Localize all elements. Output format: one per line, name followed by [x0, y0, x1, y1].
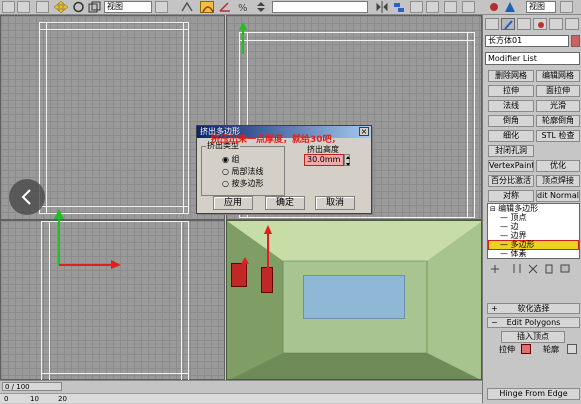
reference-coordinate-select[interactable]: 视图 — [104, 1, 152, 13]
pin-stack-icon[interactable] — [489, 263, 501, 274]
extrude-polygons-dialog: 挤出多边形 × 挤出类型 ◉ 组 ○ 局部法线 ○ 按多边形 挤出高度 30.0… — [196, 125, 372, 214]
align-icon[interactable] — [392, 1, 406, 13]
normal-button[interactable]: 法线 — [488, 100, 534, 112]
command-panel: 长方体01 Modifier List 删除网格 编辑网格 拉伸 面拉伸 法线 … — [482, 15, 581, 403]
stl-check-button[interactable]: STL 检查 — [536, 130, 580, 142]
room-wireframe-top — [39, 22, 189, 214]
panel-tabs — [485, 17, 580, 31]
cancel-button[interactable]: 取消 — [315, 196, 355, 210]
extrude-height-spinner[interactable] — [344, 154, 350, 166]
gizmo-perspective-b[interactable] — [241, 257, 249, 279]
object-name-field[interactable]: 长方体01 — [485, 35, 569, 47]
make-unique-icon[interactable] — [527, 263, 539, 274]
option-local-normal[interactable]: ○ 局部法线 — [222, 167, 264, 177]
tutorial-annotation: 挤压出来一点厚度，就给30吧， — [211, 135, 341, 145]
percent-snap-icon[interactable]: % — [236, 1, 250, 14]
apply-button[interactable]: 应用 — [213, 196, 253, 210]
schematic-view-icon[interactable] — [444, 1, 457, 13]
hierarchy-tab-icon[interactable] — [517, 18, 531, 30]
ok-button[interactable]: 确定 — [265, 196, 305, 210]
chevron-left-icon — [21, 189, 31, 205]
track-bar[interactable]: 0 10 20 — [0, 393, 482, 403]
extrude-type-group: 挤出类型 ◉ 组 ○ 局部法线 ○ 按多边形 — [201, 141, 285, 196]
face-extrude-button[interactable]: 面拉伸 — [536, 85, 580, 97]
rollout-soft-selection[interactable]: + 软化选择 — [487, 303, 580, 314]
rotate-icon[interactable] — [72, 1, 85, 13]
time-slider[interactable]: 0 / 100 — [2, 382, 62, 391]
stack-item-element[interactable]: — 体素 — [500, 249, 527, 259]
remove-modifier-icon[interactable] — [543, 263, 555, 274]
close-icon[interactable]: × — [359, 127, 369, 136]
back-button[interactable] — [9, 179, 45, 215]
named-selection-set[interactable] — [272, 1, 368, 13]
render-frame-icon[interactable] — [504, 1, 516, 13]
bevel-button[interactable]: 倒角 — [488, 115, 534, 127]
stack-toolbar — [487, 263, 580, 275]
mirror-icon[interactable] — [375, 1, 389, 13]
utilities-tab-icon[interactable] — [565, 18, 579, 30]
outline-settings-icon[interactable] — [567, 344, 577, 354]
selected-polygon-b[interactable] — [261, 267, 273, 293]
rollout-edit-polygons[interactable]: − Edit Polygons — [487, 317, 580, 328]
gizmo-perspective[interactable] — [263, 225, 273, 269]
extrude-button[interactable]: 拉伸 — [488, 85, 534, 97]
timeline: 0 / 100 0 10 20 — [0, 380, 482, 403]
select-object-icon[interactable] — [2, 1, 15, 13]
delete-mesh-button[interactable]: 删除网格 — [488, 70, 534, 82]
svg-text:%: % — [238, 3, 248, 13]
symmetry-button[interactable]: 对称 — [488, 190, 534, 202]
modifier-stack[interactable]: ⊟ 编辑多边形 — 顶点 — 边 — 边界 — 多边形 — 体素 — [487, 203, 580, 259]
move-icon[interactable] — [53, 0, 69, 14]
multires-button[interactable]: 百分比激活 — [488, 175, 534, 187]
transform-gizmo[interactable] — [53, 207, 123, 269]
motion-tab-icon[interactable] — [533, 18, 547, 30]
modifier-list-dropdown[interactable]: Modifier List — [485, 52, 580, 65]
option-by-polygon[interactable]: ○ 按多边形 — [222, 179, 264, 189]
bevel-profile-button[interactable]: 轮廓倒角 — [536, 115, 580, 127]
vertex-paint-button[interactable]: VertexPaint — [488, 160, 534, 172]
modify-tab-icon[interactable] — [501, 18, 515, 30]
viewport-left[interactable] — [0, 209, 225, 381]
option-group[interactable]: ◉ 组 — [222, 155, 240, 165]
angle-snap-icon[interactable] — [218, 1, 232, 13]
object-color-swatch[interactable] — [571, 35, 580, 47]
modifier-list-label: Modifier List — [488, 54, 537, 63]
select-manipulate-icon[interactable] — [180, 1, 194, 13]
quick-render-icon[interactable] — [560, 1, 573, 13]
viewport-select[interactable]: 视图 — [526, 1, 556, 13]
layer-manager-icon[interactable] — [410, 1, 423, 13]
pivot-center-icon[interactable] — [155, 1, 168, 13]
cap-holes-button[interactable]: 封闭孔洞 — [488, 145, 534, 157]
edit-mesh-button[interactable]: 编辑网格 — [536, 70, 580, 82]
window-plane — [303, 275, 405, 319]
display-tab-icon[interactable] — [549, 18, 563, 30]
select-region-icon[interactable] — [17, 1, 30, 13]
render-setup-icon[interactable] — [488, 1, 500, 13]
tessellate-button[interactable]: 细化 — [488, 130, 534, 142]
gizmo-front[interactable] — [237, 22, 249, 54]
configure-sets-icon[interactable] — [559, 263, 571, 274]
main-toolbar: 视图 % 视图 — [0, 0, 581, 15]
extrude-label[interactable]: 拉伸 — [499, 345, 515, 355]
material-editor-icon[interactable] — [462, 1, 475, 13]
smooth-button[interactable]: 光滑 — [536, 100, 580, 112]
extrude-height-input[interactable]: 30.0mm — [304, 154, 344, 166]
select-by-name-icon[interactable] — [36, 1, 49, 13]
hinge-from-edge-button[interactable]: Hinge From Edge — [487, 388, 580, 400]
edit-normals-button[interactable]: dit Normal — [536, 190, 580, 202]
create-tab-icon[interactable] — [485, 18, 499, 30]
extrude-settings-icon[interactable] — [521, 344, 531, 354]
snap-toggle-icon[interactable] — [200, 1, 214, 13]
vertex-weld-button[interactable]: 顶点焊接 — [536, 175, 580, 187]
curve-editor-icon[interactable] — [426, 1, 439, 13]
viewport-perspective[interactable] — [226, 220, 482, 380]
scale-icon[interactable] — [88, 1, 101, 13]
insert-vertex-button[interactable]: 插入顶点 — [501, 331, 565, 343]
outline-label[interactable]: 轮廓 — [543, 345, 559, 355]
optimize-button[interactable]: 优化 — [536, 160, 580, 172]
show-end-result-icon[interactable] — [511, 263, 523, 274]
spinner-snap-icon[interactable] — [254, 1, 268, 13]
